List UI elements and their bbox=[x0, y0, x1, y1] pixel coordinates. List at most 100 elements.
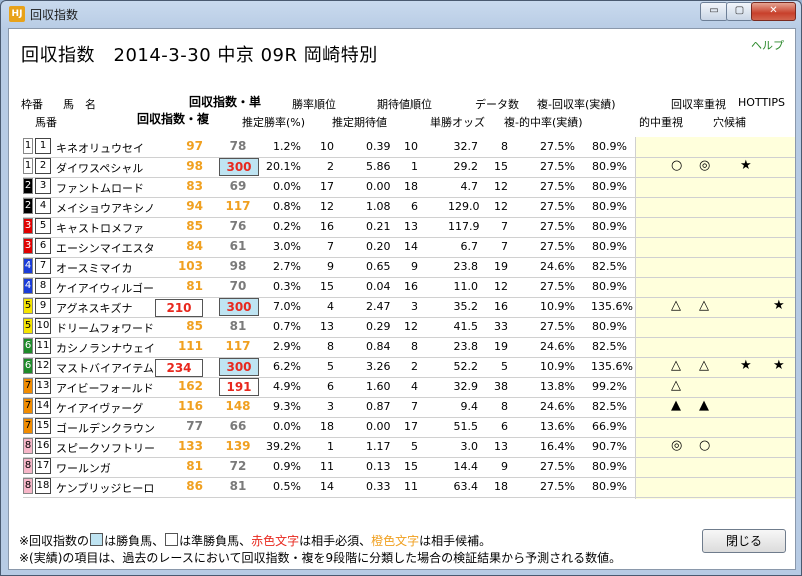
footer-legend: ※回収指数の は勝負馬、 は準勝負馬、赤色文字は相手必須、橙色文字は相手候補。 bbox=[19, 532, 491, 549]
recovery-index-single: 234 bbox=[155, 359, 203, 377]
horse-name: ワールンガ bbox=[56, 462, 111, 475]
recovery-index-double: 72 bbox=[229, 459, 247, 473]
umaban-badge: 16 bbox=[35, 438, 51, 454]
evaluation-mark: ○ bbox=[671, 158, 683, 173]
table-row[interactable]: 4 8 ケイアイウィルゴー 81 70 0.3% 15 0.04 16 11.0 12 27.5% 80… bbox=[23, 277, 795, 298]
table-row[interactable]: 4 7 オースミマイカ 103 98 2.7% 9 0.65 9 23.8 19 24.6% 82.5% bbox=[23, 257, 795, 278]
recovery-index-single: 77 bbox=[186, 419, 203, 433]
table-row[interactable]: 8 18 ケンブリッジヒーロ 86 81 0.5% 14 0.33 11 63.4 18 27.5% 8… bbox=[23, 477, 795, 498]
place-recovery: 80.9% bbox=[592, 220, 627, 233]
table-row[interactable]: 8 16 スピークソフトリー 133 139 39.2% 1 1.17 5 3.0 13 16.4% 9… bbox=[23, 437, 795, 458]
horse-name: ケイアイヴァーグ bbox=[56, 402, 144, 415]
exp-rank: 11 bbox=[404, 480, 418, 493]
recovery-index-double: 61 bbox=[229, 239, 247, 253]
table-row[interactable]: 2 4 メイショウアキシノ 94 117 0.8% 12 1.08 6 129.0 12 27.5% 8… bbox=[23, 197, 795, 218]
table-row[interactable]: 6 12 マストバイアイテム 234 300 6.2% 5 3.26 2 52.2 5 10.9% 13… bbox=[23, 357, 795, 378]
header-place-recovery: 複-回収率(実績) bbox=[537, 98, 616, 111]
waku-badge: 2 bbox=[23, 198, 33, 214]
evaluation-mark: ◎ bbox=[671, 438, 683, 453]
data-count: 19 bbox=[494, 260, 508, 273]
place-hit: 27.5% bbox=[540, 200, 575, 213]
table-row[interactable]: 8 17 ワールンガ 81 72 0.9% 11 0.13 15 14.4 9 27.5% 80.9% bbox=[23, 457, 795, 478]
header-est-win: 推定勝率(%) bbox=[242, 116, 306, 129]
table-row[interactable]: 5 10 ドリームフォワード 85 81 0.7% 13 0.29 12 41.5 33 27.5% 8… bbox=[23, 317, 795, 338]
exp-rank: 18 bbox=[404, 180, 418, 193]
table-row[interactable]: 1 1 キネオリュウセイ 97 78 1.2% 10 0.39 10 32.7 8 27.5% 80.9… bbox=[23, 137, 795, 158]
minimize-button[interactable]: ▭ bbox=[700, 2, 728, 21]
table-row[interactable]: 3 6 エーシンマイエスタ 84 61 3.0% 7 0.20 14 6.7 7 27.5% 80.9% bbox=[23, 237, 795, 258]
est-exp: 1.60 bbox=[366, 380, 391, 393]
est-win: 9.3% bbox=[273, 400, 301, 413]
data-count: 9 bbox=[501, 460, 508, 473]
header-exp-rank: 期待値順位 bbox=[377, 98, 432, 111]
header-est-exp: 推定期待値 bbox=[332, 116, 387, 129]
close-button[interactable]: 閉じる bbox=[702, 529, 786, 553]
est-exp: 0.20 bbox=[366, 240, 391, 253]
recovery-index-double: 81 bbox=[229, 479, 247, 493]
table-row[interactable]: 6 11 カシノランナウェイ 111 117 2.9% 8 0.84 8 23.8 19 24.6% 8… bbox=[23, 337, 795, 358]
est-win: 20.1% bbox=[266, 160, 301, 173]
recovery-index-double: 66 bbox=[229, 419, 247, 433]
umaban-badge: 8 bbox=[35, 278, 51, 294]
table-row[interactable]: 7 15 ゴールデンクラウン 77 66 0.0% 18 0.00 17 51.5 6 13.6% 66… bbox=[23, 417, 795, 438]
legend-cyan-swatch bbox=[90, 533, 104, 546]
place-recovery: 80.9% bbox=[592, 460, 627, 473]
est-exp: 5.86 bbox=[366, 160, 391, 173]
waku-badge: 3 bbox=[23, 238, 33, 254]
close-window-button[interactable]: ✕ bbox=[751, 2, 796, 21]
est-win: 0.5% bbox=[273, 480, 301, 493]
exp-rank: 2 bbox=[411, 360, 418, 373]
win-rank: 15 bbox=[320, 280, 334, 293]
help-link[interactable]: ヘルプ bbox=[751, 37, 784, 53]
win-odds: 23.8 bbox=[453, 340, 479, 353]
win-odds: 129.0 bbox=[448, 200, 480, 213]
recovery-index-double: 300 bbox=[219, 158, 259, 176]
table-row[interactable]: 7 14 ケイアイヴァーグ 116 148 9.3% 3 0.87 7 9.4 8 24.6% 82.5… bbox=[23, 397, 795, 418]
est-win: 0.0% bbox=[273, 420, 301, 433]
place-recovery: 80.9% bbox=[592, 140, 627, 153]
table-row[interactable]: 3 5 キャストロメファ 85 76 0.2% 16 0.21 13 117.9 7 27.5% 80.… bbox=[23, 217, 795, 238]
win-odds: 117.9 bbox=[448, 220, 480, 233]
exp-rank: 9 bbox=[411, 260, 418, 273]
maximize-button[interactable]: ▢ bbox=[726, 2, 753, 21]
est-exp: 0.87 bbox=[366, 400, 391, 413]
data-count: 18 bbox=[494, 480, 508, 493]
place-recovery: 80.9% bbox=[592, 320, 627, 333]
umaban-badge: 14 bbox=[35, 398, 51, 414]
recovery-index-double: 76 bbox=[229, 219, 247, 233]
header-index-single: 回収指数・単 bbox=[189, 95, 262, 109]
exp-rank: 4 bbox=[411, 380, 418, 393]
waku-badge: 6 bbox=[23, 358, 33, 374]
win-odds: 52.2 bbox=[453, 360, 479, 373]
win-odds: 63.4 bbox=[453, 480, 479, 493]
recovery-index-single: 83 bbox=[186, 179, 203, 193]
table-row[interactable]: 2 3 ファントムロード 83 69 0.0% 17 0.00 18 4.7 12 27.5% 80.9… bbox=[23, 177, 795, 198]
place-hit: 10.9% bbox=[540, 300, 575, 313]
exp-rank: 5 bbox=[411, 440, 418, 453]
est-exp: 0.33 bbox=[366, 480, 391, 493]
est-exp: 0.00 bbox=[366, 420, 391, 433]
header-win-odds: 単勝オッズ bbox=[430, 116, 485, 129]
evaluation-mark: △ bbox=[671, 298, 681, 313]
waku-badge: 6 bbox=[23, 338, 33, 354]
title-bar[interactable]: HJ 回収指数 ▭ ▢ ✕ bbox=[1, 1, 801, 27]
exp-rank: 6 bbox=[411, 200, 418, 213]
win-rank: 12 bbox=[320, 200, 334, 213]
table-row[interactable]: 5 9 アグネスキズナ 210 300 7.0% 4 2.47 3 35.2 16 10.9% 135.… bbox=[23, 297, 795, 318]
win-odds: 4.7 bbox=[460, 180, 479, 193]
umaban-badge: 11 bbox=[35, 338, 51, 354]
header-data-count: データ数 bbox=[475, 98, 519, 111]
win-rank: 16 bbox=[320, 220, 334, 233]
evaluation-mark: △ bbox=[699, 358, 709, 373]
est-win: 2.9% bbox=[273, 340, 301, 353]
horse-name: ケイアイウィルゴー bbox=[56, 282, 155, 295]
table-row[interactable]: 1 2 ダイワスペシャル 98 300 20.1% 2 5.86 1 29.2 15 27.5% 80.… bbox=[23, 157, 795, 178]
horse-name: マストバイアイテム bbox=[56, 362, 154, 375]
win-rank: 11 bbox=[320, 460, 334, 473]
recovery-index-double: 139 bbox=[225, 439, 251, 453]
legend-text-1: ※回収指数の bbox=[19, 534, 90, 548]
page-title: 回収指数 2014-3-30 中京 09R 岡崎特別 bbox=[21, 45, 378, 66]
place-hit: 27.5% bbox=[540, 180, 575, 193]
table-row[interactable]: 7 13 アイビーフォールド 162 191 4.9% 6 1.60 4 32.9 38 13.8% 9… bbox=[23, 377, 795, 398]
data-count: 13 bbox=[494, 440, 508, 453]
